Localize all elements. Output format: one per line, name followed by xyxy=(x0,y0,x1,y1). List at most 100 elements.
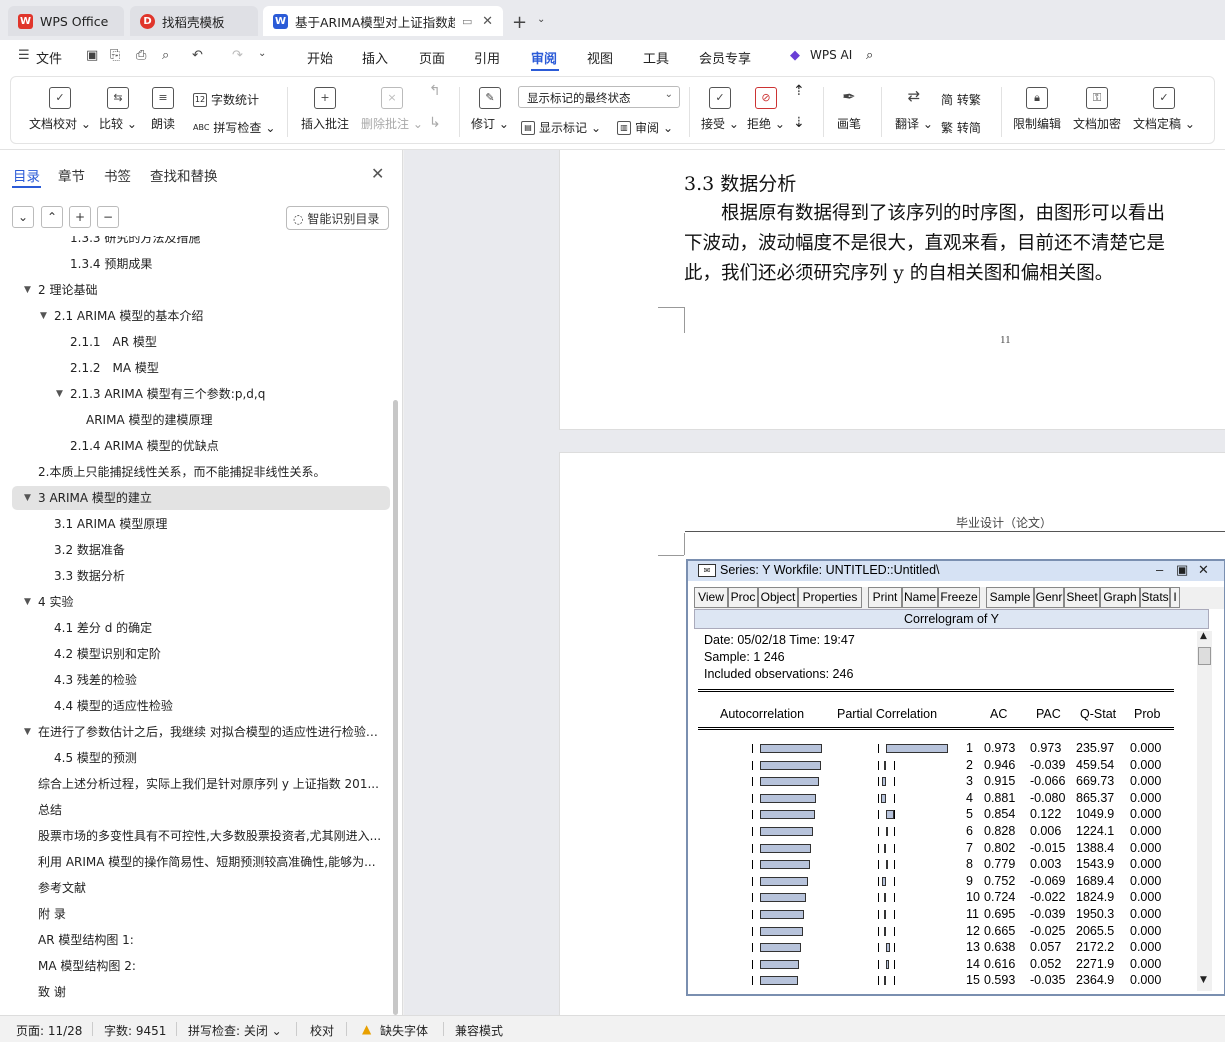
paragraph-line[interactable]: 下波动，波动幅度不是很大，直观来看，目前还不清楚它是 xyxy=(684,229,1165,255)
proofread-status[interactable]: 校对 xyxy=(310,1022,334,1039)
menu-tools[interactable]: 工具 xyxy=(643,48,669,67)
close-icon[interactable]: ✕ xyxy=(371,164,384,183)
finalize-button[interactable]: ✓ 文档定稿 ⌄ xyxy=(1133,87,1195,132)
tab-docer-templates[interactable]: D 找稻壳模板 xyxy=(130,6,258,36)
expand-arrow-icon[interactable]: ▼ xyxy=(24,486,31,510)
review-pane-button[interactable]: ▥ 审阅 ⌄ xyxy=(617,119,673,136)
toc-item[interactable]: 2.本质上只能捕捉线性关系，而不能捕捉非线性关系。 xyxy=(12,460,390,484)
print-preview-icon[interactable]: ⌕ xyxy=(162,48,169,63)
word-count-button[interactable]: 12 字数统计 xyxy=(193,91,259,108)
toc-item[interactable]: 股票市场的多变性具有不可控性,大多数股票投资者,尤其刚进入... xyxy=(12,824,390,848)
hamburger-icon[interactable]: ☰ xyxy=(18,48,30,63)
tab-wps-office[interactable]: W WPS Office xyxy=(8,6,124,36)
toc-item[interactable]: ▼ 在进行了参数估计之后，我继续 对拟合模型的适应性进行检验，实质... xyxy=(12,720,390,744)
tab-current-document[interactable]: W 基于ARIMA模型对上证指数趋 ▭ ✕ xyxy=(263,6,503,36)
expand-arrow-icon[interactable]: ▼ xyxy=(24,720,31,744)
pen-button[interactable]: ✒ 画笔 xyxy=(837,87,861,132)
toc-item[interactable]: 致 谢 xyxy=(12,980,390,1004)
paragraph-line[interactable]: 根据原有数据得到了该序列的时序图，由图形可以看出 xyxy=(684,199,1165,225)
toc-item[interactable]: 1.3.3 研究的方法及措施 xyxy=(12,236,390,250)
encrypt-button[interactable]: ⚿ 文档加密 xyxy=(1073,87,1121,132)
prev-comment-button[interactable]: ↰ xyxy=(429,83,441,99)
nav-tab-bookmarks[interactable]: 书签 xyxy=(104,165,131,185)
page-indicator[interactable]: 页面: 11/28 xyxy=(16,1022,82,1039)
eviews-correlogram-image[interactable]: Series: Y Workfile: UNTITLED::Untitled\ … xyxy=(686,559,1225,996)
reject-button[interactable]: ⊘ 拒绝 ⌄ xyxy=(747,87,785,132)
share-icon[interactable]: ⎘ xyxy=(110,48,120,63)
toc-item[interactable]: 综合上述分析过程，实际上我们是针对原序列 y 上证指数 201... xyxy=(12,772,390,796)
to-simplified-button[interactable]: 繁 转简 xyxy=(941,119,981,136)
toc-item[interactable]: 总结 xyxy=(12,798,390,822)
missing-font-status[interactable]: 缺失字体 xyxy=(380,1022,428,1039)
remove-heading-button[interactable]: − xyxy=(97,206,119,228)
toc-item[interactable]: 附 录 xyxy=(12,902,390,926)
word-count-indicator[interactable]: 字数: 9451 xyxy=(104,1022,166,1039)
expand-arrow-icon[interactable]: ▼ xyxy=(40,304,47,328)
spell-check-button[interactable]: ABC 拼写检查 ⌄ xyxy=(193,119,275,136)
scrollbar[interactable] xyxy=(393,400,398,1015)
add-heading-button[interactable]: + xyxy=(69,206,91,228)
toc-item[interactable]: 4.4 模型的适应性检验 xyxy=(12,694,390,718)
print-icon[interactable]: ⎙ xyxy=(136,48,146,63)
compare-button[interactable]: ⇆ 比较 ⌄ xyxy=(99,87,137,132)
toc-item[interactable]: ▼ 3 ARIMA 模型的建立 xyxy=(12,486,390,510)
toc-item[interactable]: 4.5 模型的预测 xyxy=(12,746,390,770)
track-changes-button[interactable]: ✎ 修订 ⌄ xyxy=(471,87,509,132)
toc-item[interactable]: 4.3 残差的检验 xyxy=(12,668,390,692)
menu-insert[interactable]: 插入 xyxy=(362,48,388,67)
menu-view[interactable]: 视图 xyxy=(587,48,613,67)
next-comment-button[interactable]: ↳ xyxy=(429,115,441,131)
save-icon[interactable]: ▣ xyxy=(86,48,98,63)
expand-arrow-icon[interactable]: ▼ xyxy=(24,278,31,302)
toc-item[interactable]: ARIMA 模型的建模原理 xyxy=(12,408,390,432)
expand-arrow-icon[interactable]: ▼ xyxy=(24,590,31,614)
toc-item[interactable]: ▼ 2 理论基础 xyxy=(12,278,390,302)
menu-review[interactable]: 审阅 xyxy=(531,48,557,67)
chevron-down-icon[interactable]: ⌄ xyxy=(258,48,266,59)
accept-button[interactable]: ✓ 接受 ⌄ xyxy=(701,87,739,132)
toc-item[interactable]: ▼ 2.1.3 ARIMA 模型有三个参数:p,d,q xyxy=(12,382,390,406)
delete-comment-button[interactable]: × 删除批注 ⌄ xyxy=(361,87,423,132)
section-heading[interactable]: 3.3 数据分析 xyxy=(684,169,796,196)
undo-icon[interactable]: ↶ xyxy=(192,48,203,63)
toc-item[interactable]: 2.1.4 ARIMA 模型的优缺点 xyxy=(12,434,390,458)
menu-start[interactable]: 开始 xyxy=(307,48,333,67)
toc-item[interactable]: 1.3.4 预期成果 xyxy=(12,252,390,276)
toc-item[interactable]: 4.2 模型识别和定阶 xyxy=(12,642,390,666)
redo-icon[interactable]: ↷ xyxy=(232,48,243,63)
toc-item[interactable]: ▼ 4 实验 xyxy=(12,590,390,614)
new-tab-icon[interactable]: + xyxy=(512,12,527,33)
next-change-button[interactable]: ⇣ xyxy=(793,115,805,131)
menu-file[interactable]: 文件 xyxy=(36,48,62,67)
toc-item[interactable]: 3.2 数据准备 xyxy=(12,538,390,562)
menu-member[interactable]: 会员专享 xyxy=(699,48,751,67)
read-aloud-button[interactable]: ≡ 朗读 xyxy=(151,87,175,132)
smart-toc-button[interactable]: ◌ 智能识别目录 xyxy=(286,206,389,230)
toc-item[interactable]: ▼ 2.1 ARIMA 模型的基本介绍 xyxy=(12,304,390,328)
toc-item[interactable]: 参考文献 xyxy=(12,876,390,900)
toc-item[interactable]: 2.1.2 MA 模型 xyxy=(12,356,390,380)
paragraph-line[interactable]: 此，我们还必须研究序列 y 的自相关图和偏相关图。 xyxy=(684,259,1113,285)
toc-item[interactable]: 4.1 差分 d 的确定 xyxy=(12,616,390,640)
spell-check-status[interactable]: 拼写检查: 关闭 ⌄ xyxy=(188,1022,282,1039)
nav-tab-chapters[interactable]: 章节 xyxy=(58,165,85,185)
nav-tab-find-replace[interactable]: 查找和替换 xyxy=(150,165,218,185)
nav-tab-toc[interactable]: 目录 xyxy=(13,165,40,185)
expand-up-button[interactable]: ⌃ xyxy=(41,206,63,228)
menu-wps-ai[interactable]: WPS AI xyxy=(810,48,852,62)
prev-change-button[interactable]: ⇡ xyxy=(793,83,805,99)
toc-item[interactable]: 2.1.1 AR 模型 xyxy=(12,330,390,354)
toc-item[interactable]: 3.1 ARIMA 模型原理 xyxy=(12,512,390,536)
to-traditional-button[interactable]: 简 转繁 xyxy=(941,91,981,108)
insert-comment-button[interactable]: + 插入批注 xyxy=(301,87,349,132)
show-markup-button[interactable]: ▤ 显示标记 ⌄ xyxy=(521,119,601,136)
chevron-down-icon[interactable]: ⌄ xyxy=(537,14,545,25)
toc-item[interactable]: MA 模型结构图 2: xyxy=(12,954,390,978)
restrict-edit-button[interactable]: 🔒︎ 限制编辑 xyxy=(1013,87,1061,132)
doc-check-button[interactable]: ✓ 文档校对 ⌄ xyxy=(29,87,91,132)
translate-button[interactable]: ⇄ 翻译 ⌄ xyxy=(895,87,933,132)
menu-reference[interactable]: 引用 xyxy=(474,48,500,67)
toc-item[interactable]: 3.3 数据分析 xyxy=(12,564,390,588)
collapse-all-button[interactable]: ⌄ xyxy=(12,206,34,228)
close-tab-icon[interactable]: ✕ xyxy=(482,14,493,29)
